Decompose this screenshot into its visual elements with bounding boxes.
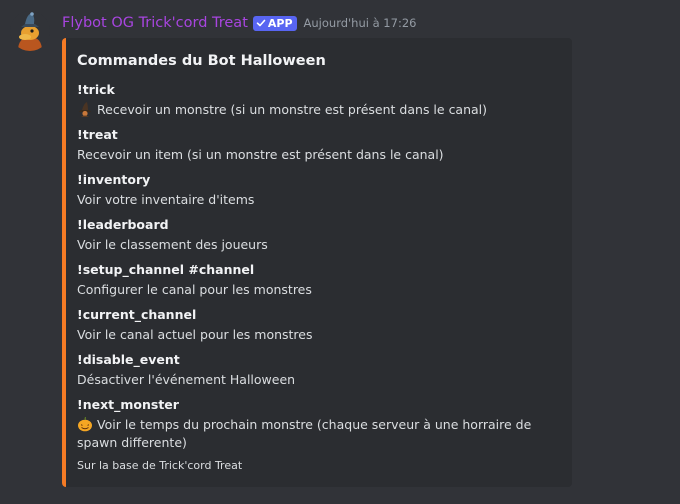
- embed-field-trick: !trick Recevoir un monstre (si un monstr…: [77, 81, 557, 119]
- field-value: Voir le classement des joueurs: [77, 237, 268, 252]
- embed-footer: Sur la base de Trick'cord Treat: [77, 459, 243, 472]
- field-name: !leaderboard: [77, 217, 169, 232]
- embed-field-current-channel: !current_channel Voir le canal actuel po…: [77, 306, 557, 344]
- field-value: Désactiver l'événement Halloween: [77, 372, 296, 387]
- field-name: !inventory: [77, 172, 151, 187]
- embed-field-leaderboard: !leaderboard Voir le classement des joue…: [77, 216, 557, 254]
- witch-duck-avatar-icon: [10, 11, 50, 51]
- bot-avatar[interactable]: [10, 11, 50, 51]
- embed-field-inventory: !inventory Voir votre inventaire d'items: [77, 171, 557, 209]
- author-name[interactable]: Flybot OG Trick'cord Treat: [62, 15, 248, 31]
- field-name: !disable_event: [77, 352, 180, 367]
- field-value: Recevoir un monstre (si un monstre est p…: [77, 101, 557, 119]
- field-name: !treat: [77, 127, 118, 142]
- field-value: Voir le canal actuel pour les monstres: [77, 327, 313, 342]
- field-value: Voir le temps du prochain monstre (chaqu…: [77, 416, 557, 452]
- pumpkin-icon: [78, 417, 92, 432]
- chat-message: Flybot OG Trick'cord Treat APP Aujourd'h…: [0, 0, 680, 504]
- verified-check-icon: [256, 19, 266, 27]
- embed-field-next-monster: !next_monster Voir le temps du prochain …: [77, 396, 557, 452]
- embed-accent-bar: [62, 38, 66, 487]
- embed-field-treat: !treat Recevoir un item (si un monstre e…: [77, 126, 557, 164]
- message-header: Flybot OG Trick'cord Treat APP Aujourd'h…: [62, 13, 416, 33]
- field-name: !next_monster: [77, 397, 179, 412]
- app-badge: APP: [252, 15, 297, 31]
- app-badge-label: APP: [267, 16, 293, 30]
- field-value-text: Recevoir un monstre (si un monstre est p…: [97, 102, 488, 117]
- field-name: !current_channel: [77, 307, 197, 322]
- witch-icon: [79, 102, 91, 117]
- embed-card: Commandes du Bot Halloween !trick Recevo…: [62, 38, 572, 487]
- embed-field-disable-event: !disable_event Désactiver l'événement Ha…: [77, 351, 557, 389]
- message-timestamp[interactable]: Aujourd'hui à 17:26: [304, 16, 417, 30]
- field-value: Voir votre inventaire d'items: [77, 192, 255, 207]
- field-name: !setup_channel #channel: [77, 262, 255, 277]
- embed-field-setup-channel: !setup_channel #channel Configurer le ca…: [77, 261, 557, 299]
- field-value: Configurer le canal pour les monstres: [77, 282, 312, 297]
- field-value: Recevoir un item (si un monstre est prés…: [77, 147, 444, 162]
- field-name: !trick: [77, 82, 115, 97]
- embed-title: Commandes du Bot Halloween: [77, 53, 326, 69]
- field-value-text: Voir le temps du prochain monstre (chaqu…: [77, 417, 532, 450]
